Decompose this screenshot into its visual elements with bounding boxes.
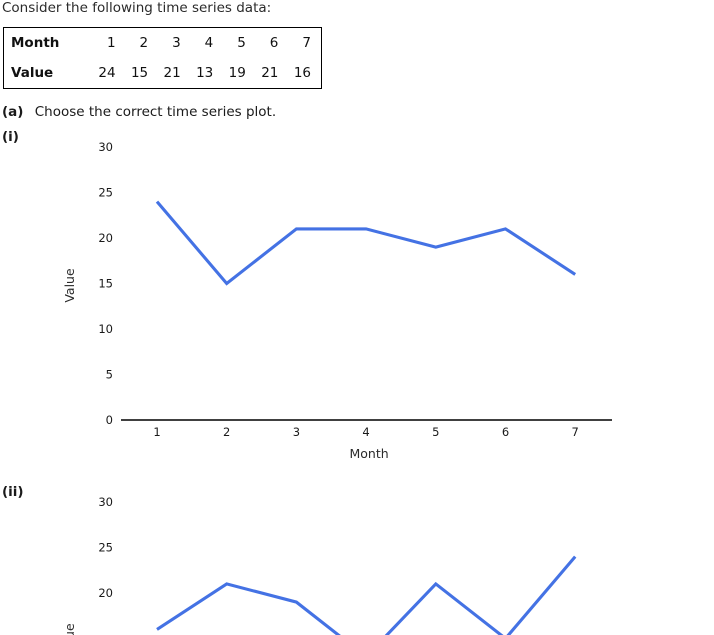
y-tick-label: 25: [98, 186, 113, 200]
month-cell-3: 3: [172, 35, 181, 51]
month-cell-6: 6: [269, 35, 279, 51]
y-tick-label: 25: [98, 541, 113, 555]
y-tick-label: 15: [98, 277, 113, 291]
month-cell-1: 1: [106, 35, 116, 51]
value-cell-5: 19: [228, 65, 246, 81]
x-tick-label: 3: [293, 425, 300, 439]
value-cell-2: 15: [130, 65, 149, 81]
y-tick-label: 20: [98, 586, 113, 600]
series-line: [155, 200, 577, 286]
time-series-plot-option-ii[interactable]: 20 25 30 Value: [0, 490, 714, 635]
series-line: [156, 555, 577, 635]
y-axis-title: Value: [62, 268, 77, 303]
x-tick-label: 1: [153, 425, 160, 439]
y-tick-label: 30: [98, 495, 113, 509]
table-row: Value 24 15 21 13 19 21 16: [4, 58, 321, 88]
time-series-data-table: Month 1 2 3 4 5 6 7 Value 24 15 21 13 19…: [3, 27, 322, 89]
value-cell-7: 16: [293, 65, 311, 81]
y-tick-label: 10: [98, 322, 113, 336]
month-cell-2: 2: [139, 35, 149, 51]
time-series-plot-option-i[interactable]: 0 5 10 15 20 25 30 Value 1 2 3 4 5 6 7 Month: [0, 135, 714, 465]
value-cell-3: 21: [163, 65, 181, 81]
y-tick-label: 5: [106, 368, 113, 382]
table-row: Month 1 2 3 4 5 6 7: [4, 28, 321, 58]
intro-text: Consider the following time series data:: [2, 0, 272, 16]
table-row-header-value: Value: [11, 65, 54, 81]
y-axis-title: Value: [62, 623, 77, 635]
x-tick-label: 5: [432, 425, 439, 439]
value-cell-4: 13: [196, 65, 214, 81]
x-tick-label: 4: [362, 425, 369, 439]
y-tick-label: 30: [98, 140, 113, 154]
x-tick-label: 2: [223, 425, 230, 439]
plot-i-canvas: 0 5 10 15 20 25 30 Value 1 2 3 4 5 6 7 Month: [62, 140, 612, 461]
x-tick-label: 6: [502, 425, 509, 439]
question-part-a: (a) Choose the correct time series plot.: [2, 104, 276, 121]
month-cell-7: 7: [302, 35, 311, 51]
x-axis-title: Month: [350, 446, 389, 461]
month-cell-5: 5: [237, 35, 246, 51]
x-tick-label: 7: [572, 425, 579, 439]
plot-ii-canvas: 20 25 30 Value: [62, 495, 577, 635]
question-tag: (a): [2, 104, 24, 120]
question-prompt: Choose the correct time series plot.: [34, 104, 277, 120]
month-cell-4: 4: [204, 35, 214, 51]
y-tick-label: 0: [106, 413, 113, 427]
value-cell-6: 21: [261, 65, 279, 81]
table-row-header-month: Month: [11, 35, 60, 51]
value-cell-1: 24: [98, 65, 116, 81]
y-tick-label: 20: [98, 231, 113, 245]
